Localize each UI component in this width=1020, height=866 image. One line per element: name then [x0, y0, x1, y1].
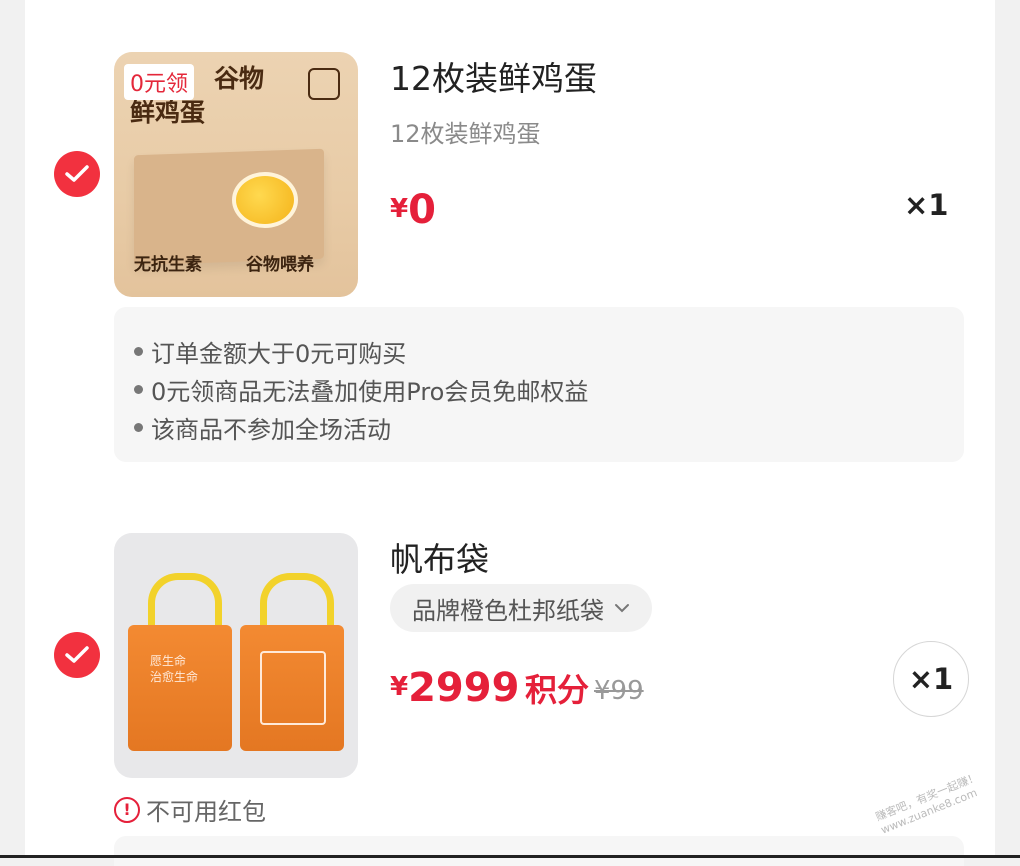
- price-unit: 积分: [525, 671, 590, 709]
- warning-text: 不可用红包: [146, 798, 266, 826]
- select-checkbox-eggs[interactable]: [54, 151, 100, 197]
- checkmark-icon: [65, 646, 89, 663]
- bag-frame-print: [260, 651, 326, 725]
- product-title: 帆布袋: [390, 540, 489, 579]
- quantity-button[interactable]: ×1: [893, 641, 969, 717]
- chevron-down-icon: [615, 604, 629, 613]
- product-image-eggs[interactable]: 谷物 鲜鸡蛋 0元领 无抗生素 谷物喂养: [114, 52, 358, 297]
- note-item: 订单金额大于0元可购买: [134, 334, 406, 369]
- free-tag: 0元领: [124, 64, 194, 100]
- product-notes: 订单金额大于0元可购买 0元领商品无法叠加使用Pro会员免邮权益 该商品不参加全…: [114, 307, 964, 462]
- quantity-label[interactable]: ×1: [904, 188, 948, 222]
- warning-icon: !: [114, 796, 140, 823]
- spec-selector[interactable]: 品牌橙色杜邦纸袋: [390, 584, 652, 632]
- next-notes-panel: [114, 836, 964, 866]
- image-badge: 无抗生素: [134, 255, 202, 275]
- product-image-bag[interactable]: 愿生命 治愈生命: [114, 533, 358, 778]
- brand-logo-icon: [308, 68, 340, 100]
- product-title: 12枚装鲜鸡蛋: [390, 59, 597, 98]
- checkmark-icon: [65, 165, 89, 182]
- spec-label: 品牌橙色杜邦纸袋: [412, 596, 604, 625]
- note-item: 0元领商品无法叠加使用Pro会员免邮权益: [134, 372, 588, 407]
- warning-message: ! 不可用红包: [114, 792, 266, 827]
- original-price: ¥99: [594, 676, 644, 706]
- tote-bag-graphic: 愿生命 治愈生命: [128, 625, 232, 751]
- currency-symbol: ¥: [390, 672, 409, 702]
- product-subtitle: 12枚装鲜鸡蛋: [390, 120, 541, 148]
- select-checkbox-bag[interactable]: [54, 632, 100, 678]
- currency-symbol: ¥: [390, 194, 409, 224]
- tote-bag-graphic: [240, 625, 344, 751]
- price-value: 2999: [408, 665, 520, 711]
- bag-print-text: 愿生命 治愈生命: [150, 654, 199, 684]
- egg-yolk-graphic: [232, 172, 298, 228]
- image-badge: 谷物喂养: [246, 255, 314, 275]
- product-price: ¥2999 积分: [390, 665, 589, 711]
- price-value: 0: [408, 187, 436, 233]
- product-price: ¥0: [390, 187, 436, 233]
- note-item: 该商品不参加全场活动: [134, 410, 391, 445]
